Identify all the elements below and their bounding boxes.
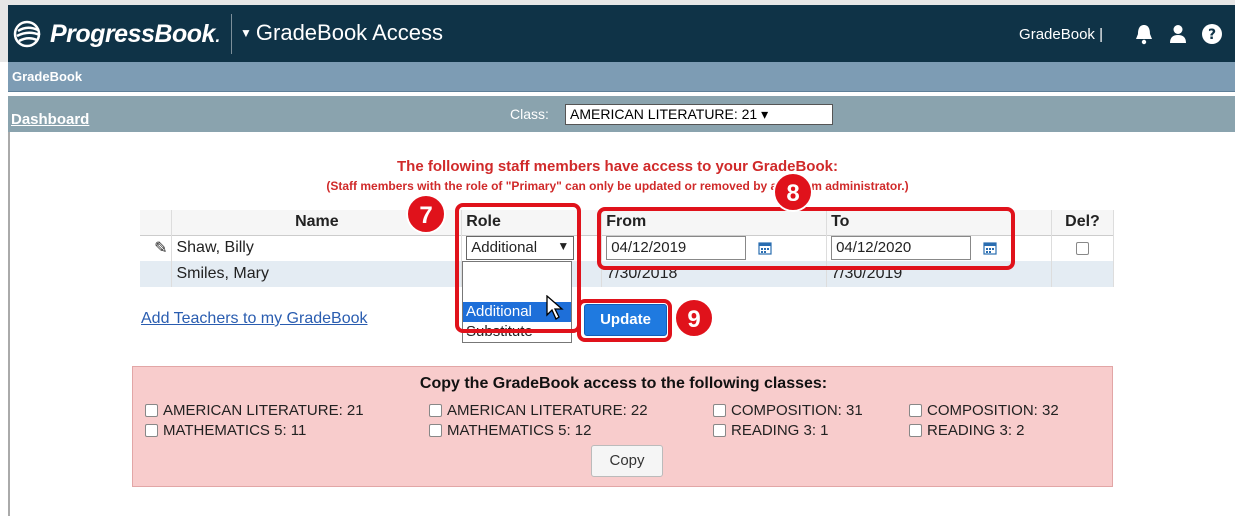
checkbox[interactable] [145,404,158,417]
progressbook-logo[interactable]: ProgressBook. [12,16,222,52]
help-icon[interactable]: ? [1201,23,1223,45]
callout-badge-8: 8 [773,172,813,212]
checkbox[interactable] [145,424,158,437]
mouse-cursor-icon [546,295,564,320]
checkbox[interactable] [909,404,922,417]
edit-cell [140,261,173,287]
copy-class-label: COMPOSITION: 32 [927,402,1059,419]
progressbook-logo-icon [13,20,41,48]
header-divider [231,14,232,54]
class-select[interactable]: AMERICAN LITERATURE: 21 ▾ [565,104,833,125]
callout-box-dates [597,207,1015,270]
checkbox[interactable] [429,404,442,417]
copy-panel-title: Copy the GradeBook access to the followi… [419,375,828,392]
checkbox[interactable] [429,424,442,437]
copy-class-label: MATHEMATICS 5: 11 [163,422,307,439]
name-cell: Shaw, Billy [171,235,463,261]
name-cell: Smiles, Mary [171,261,463,287]
copy-class-label: MATHEMATICS 5: 12 [447,422,592,439]
delete-cell [1051,235,1114,261]
subbar-gradebook-link[interactable]: GradeBook [12,69,82,84]
logo-text: ProgressBook [50,19,215,48]
caret-down-icon: ▼ [240,26,252,40]
callout-badge-9: 9 [674,298,714,338]
checkbox[interactable] [713,424,726,437]
copy-class-option[interactable]: AMERICAN LITERATURE: 22 [429,402,648,419]
pencil-icon: ✎ [154,240,168,258]
top-header: ProgressBook. ▼ GradeBook Access GradeBo… [0,0,1235,62]
app-title-menu[interactable]: ▼ GradeBook Access [240,20,443,46]
sub-navigation-bar: GradeBook [8,62,1235,92]
copy-class-option[interactable]: MATHEMATICS 5: 12 [429,422,591,439]
copy-class-option[interactable]: READING 3: 1 [713,422,829,439]
logo-dot: . [214,19,222,48]
delete-cell [1051,261,1114,287]
edit-column-header [140,210,173,235]
copy-class-option[interactable]: MATHEMATICS 5: 11 [145,422,306,439]
primary-role-notice: (Staff members with the role of "Primary… [326,179,909,193]
checkbox[interactable] [909,424,922,437]
copy-class-label: READING 3: 2 [927,422,1025,439]
copy-button[interactable]: Copy [591,445,663,477]
access-notice: The following staff members have access … [397,158,838,175]
copy-class-option[interactable]: COMPOSITION: 32 [909,402,1059,419]
delete-checkbox[interactable] [1076,241,1089,255]
checkbox[interactable] [713,404,726,417]
add-teachers-link[interactable]: Add Teachers to my GradeBook [141,310,368,328]
copy-class-option[interactable]: COMPOSITION: 31 [713,402,863,419]
copy-class-label: AMERICAN LITERATURE: 22 [447,402,648,419]
svg-text:?: ? [1208,27,1216,43]
callout-badge-7: 7 [406,194,446,234]
copy-access-panel: Copy the GradeBook access to the followi… [132,366,1113,487]
user-icon[interactable] [1167,23,1189,45]
header-right: GradeBook | ? [1019,23,1223,45]
callout-box-update [577,299,672,342]
bell-icon[interactable] [1133,23,1155,45]
copy-class-label: READING 3: 1 [731,422,829,439]
edit-cell: ✎ [140,235,173,261]
dashboard-link[interactable]: Dashboard [11,111,89,128]
class-bar: Dashboard Class: AMERICAN LITERATURE: 21… [8,96,1235,132]
class-label: Class: [510,106,549,122]
column-header-delete: Del? [1051,210,1114,235]
copy-class-label: COMPOSITION: 31 [731,402,863,419]
gradebook-link[interactable]: GradeBook | [1019,26,1103,43]
app-title: GradeBook Access [255,20,443,45]
copy-class-label: AMERICAN LITERATURE: 21 [163,402,364,419]
copy-class-option[interactable]: READING 3: 2 [909,422,1025,439]
copy-class-option[interactable]: AMERICAN LITERATURE: 21 [145,402,364,419]
